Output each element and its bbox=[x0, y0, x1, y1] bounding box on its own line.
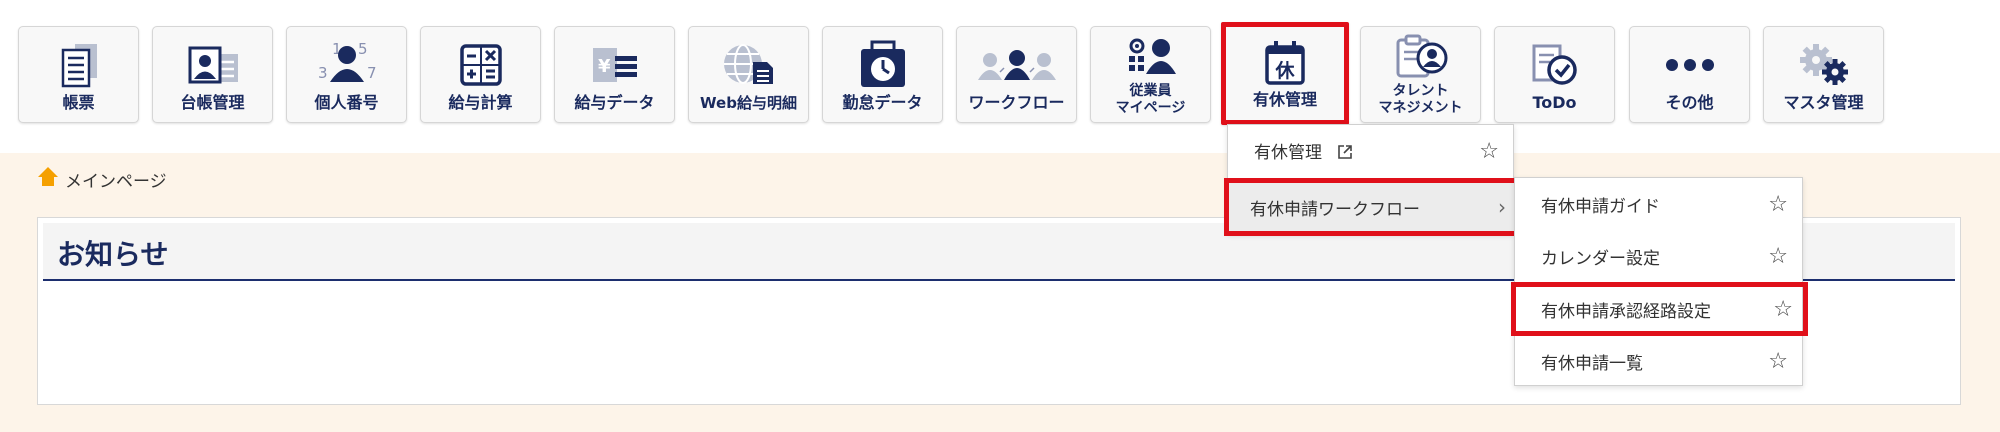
submenu-item-leave-request-list[interactable]: 有休申請一覧 ☆ bbox=[1515, 335, 1802, 387]
talent-clipboard-icon bbox=[1361, 31, 1480, 83]
toolbar-label: タレント マネジメント bbox=[1378, 83, 1463, 116]
web-globe-document-icon bbox=[689, 39, 808, 91]
favorite-star-icon[interactable]: ☆ bbox=[1768, 192, 1788, 217]
external-link-icon bbox=[1337, 144, 1353, 165]
leave-dropdown-menu: 有休管理 ☆ 有休申請ワークフロー › bbox=[1224, 124, 1519, 236]
toolbar-item-forms[interactable]: 帳票 bbox=[18, 26, 139, 123]
menu-item-label: 有休申請ワークフロー bbox=[1250, 199, 1420, 220]
toolbar-item-paid-leave[interactable]: 休 有休管理 bbox=[1221, 22, 1349, 125]
toolbar-item-personal-number[interactable]: 1 5 3 7 個人番号 bbox=[286, 26, 407, 123]
menu-item-label: 有休申請一覧 bbox=[1541, 353, 1643, 374]
menu-item-leave-management[interactable]: 有休管理 ☆ bbox=[1228, 125, 1513, 177]
menu-item-label: 有休管理 bbox=[1254, 142, 1322, 163]
gears-icon bbox=[1764, 39, 1883, 91]
svg-text:3: 3 bbox=[318, 64, 328, 82]
toolbar-item-employee-mypage[interactable]: 従業員 マイページ bbox=[1090, 26, 1211, 123]
document-stack-icon bbox=[19, 39, 138, 91]
toolbar-item-talent-management[interactable]: タレント マネジメント bbox=[1360, 26, 1481, 123]
timecard-clock-icon bbox=[823, 39, 942, 91]
svg-text:休: 休 bbox=[1274, 60, 1295, 82]
toolbar-label: 個人番号 bbox=[314, 93, 379, 112]
toolbar-item-attendance-data[interactable]: 勤怠データ bbox=[822, 26, 943, 123]
home-icon bbox=[37, 166, 59, 192]
submenu-item-calendar-settings[interactable]: カレンダー設定 ☆ bbox=[1515, 230, 1802, 282]
toolbar-label: ワークフロー bbox=[968, 93, 1065, 112]
favorite-star-icon[interactable]: ☆ bbox=[1479, 139, 1499, 164]
leave-calendar-icon: 休 bbox=[1226, 37, 1344, 89]
toolbar-item-others[interactable]: その他 bbox=[1629, 26, 1750, 123]
ledger-card-icon bbox=[153, 39, 272, 91]
toolbar-item-web-payslip[interactable]: Web給与明細 bbox=[688, 26, 809, 123]
toolbar-item-todo[interactable]: ToDo bbox=[1494, 26, 1615, 123]
leave-workflow-submenu: 有休申請ガイド ☆ カレンダー設定 ☆ 有休申請承認経路設定 ☆ 有休申請一覧 … bbox=[1511, 177, 1808, 387]
toolbar-item-payroll-calc[interactable]: 給与計算 bbox=[420, 26, 541, 123]
yen-data-icon: ¥ bbox=[555, 39, 674, 91]
submenu-item-leave-guide[interactable]: 有休申請ガイド ☆ bbox=[1515, 178, 1802, 230]
toolbar-item-ledger[interactable]: 台帳管理 bbox=[152, 26, 273, 123]
toolbar-label: ToDo bbox=[1532, 93, 1577, 112]
menu-item-label: カレンダー設定 bbox=[1541, 248, 1660, 269]
toolbar-label: 勤怠データ bbox=[842, 93, 923, 112]
toolbar-item-workflow[interactable]: ワークフロー bbox=[956, 26, 1077, 123]
breadcrumb[interactable]: メインページ bbox=[37, 165, 167, 193]
menu-item-leave-workflow[interactable]: 有休申請ワークフロー › bbox=[1224, 178, 1519, 236]
toolbar-item-master-management[interactable]: マスタ管理 bbox=[1763, 26, 1884, 123]
chevron-right-icon: › bbox=[1498, 195, 1506, 219]
submenu-item-approval-route-settings[interactable]: 有休申請承認経路設定 ☆ bbox=[1511, 282, 1808, 336]
menu-item-label: 有休申請承認経路設定 bbox=[1541, 301, 1711, 322]
toolbar-label: 従業員 マイページ bbox=[1115, 83, 1186, 116]
favorite-star-icon[interactable]: ☆ bbox=[1768, 349, 1788, 374]
notice-title: お知らせ bbox=[57, 238, 169, 271]
workflow-people-icon bbox=[957, 39, 1076, 91]
menu-item-label: 有休申請ガイド bbox=[1541, 196, 1660, 217]
toolbar-label: マスタ管理 bbox=[1783, 93, 1864, 112]
toolbar-label: 有休管理 bbox=[1252, 90, 1317, 109]
favorite-star-icon[interactable]: ☆ bbox=[1773, 297, 1793, 322]
toolbar-item-payroll-data[interactable]: ¥ 給与データ bbox=[554, 26, 675, 123]
toolbar-label: Web給与明細 bbox=[700, 94, 797, 112]
toolbar-label: 台帳管理 bbox=[180, 93, 245, 112]
toolbar-label: 給与計算 bbox=[448, 93, 513, 112]
more-dots-icon bbox=[1630, 39, 1749, 91]
toolbar-label: 給与データ bbox=[574, 93, 655, 112]
favorite-star-icon[interactable]: ☆ bbox=[1768, 244, 1788, 269]
main-toolbar: 帳票 台帳管理 1 5 3 7 個人番号 給与計算 ¥ 給与データ Web給与明… bbox=[0, 0, 2000, 153]
person-number-icon: 1 5 3 7 bbox=[287, 39, 406, 91]
calculator-icon bbox=[421, 39, 540, 91]
svg-text:5: 5 bbox=[358, 40, 368, 58]
svg-text:7: 7 bbox=[367, 64, 377, 82]
toolbar-label: その他 bbox=[1665, 93, 1714, 112]
svg-text:¥: ¥ bbox=[598, 56, 611, 77]
todo-check-icon bbox=[1495, 39, 1614, 91]
breadcrumb-label: メインページ bbox=[65, 171, 167, 192]
toolbar-label: 帳票 bbox=[62, 93, 95, 112]
employee-mypage-icon bbox=[1091, 33, 1210, 85]
